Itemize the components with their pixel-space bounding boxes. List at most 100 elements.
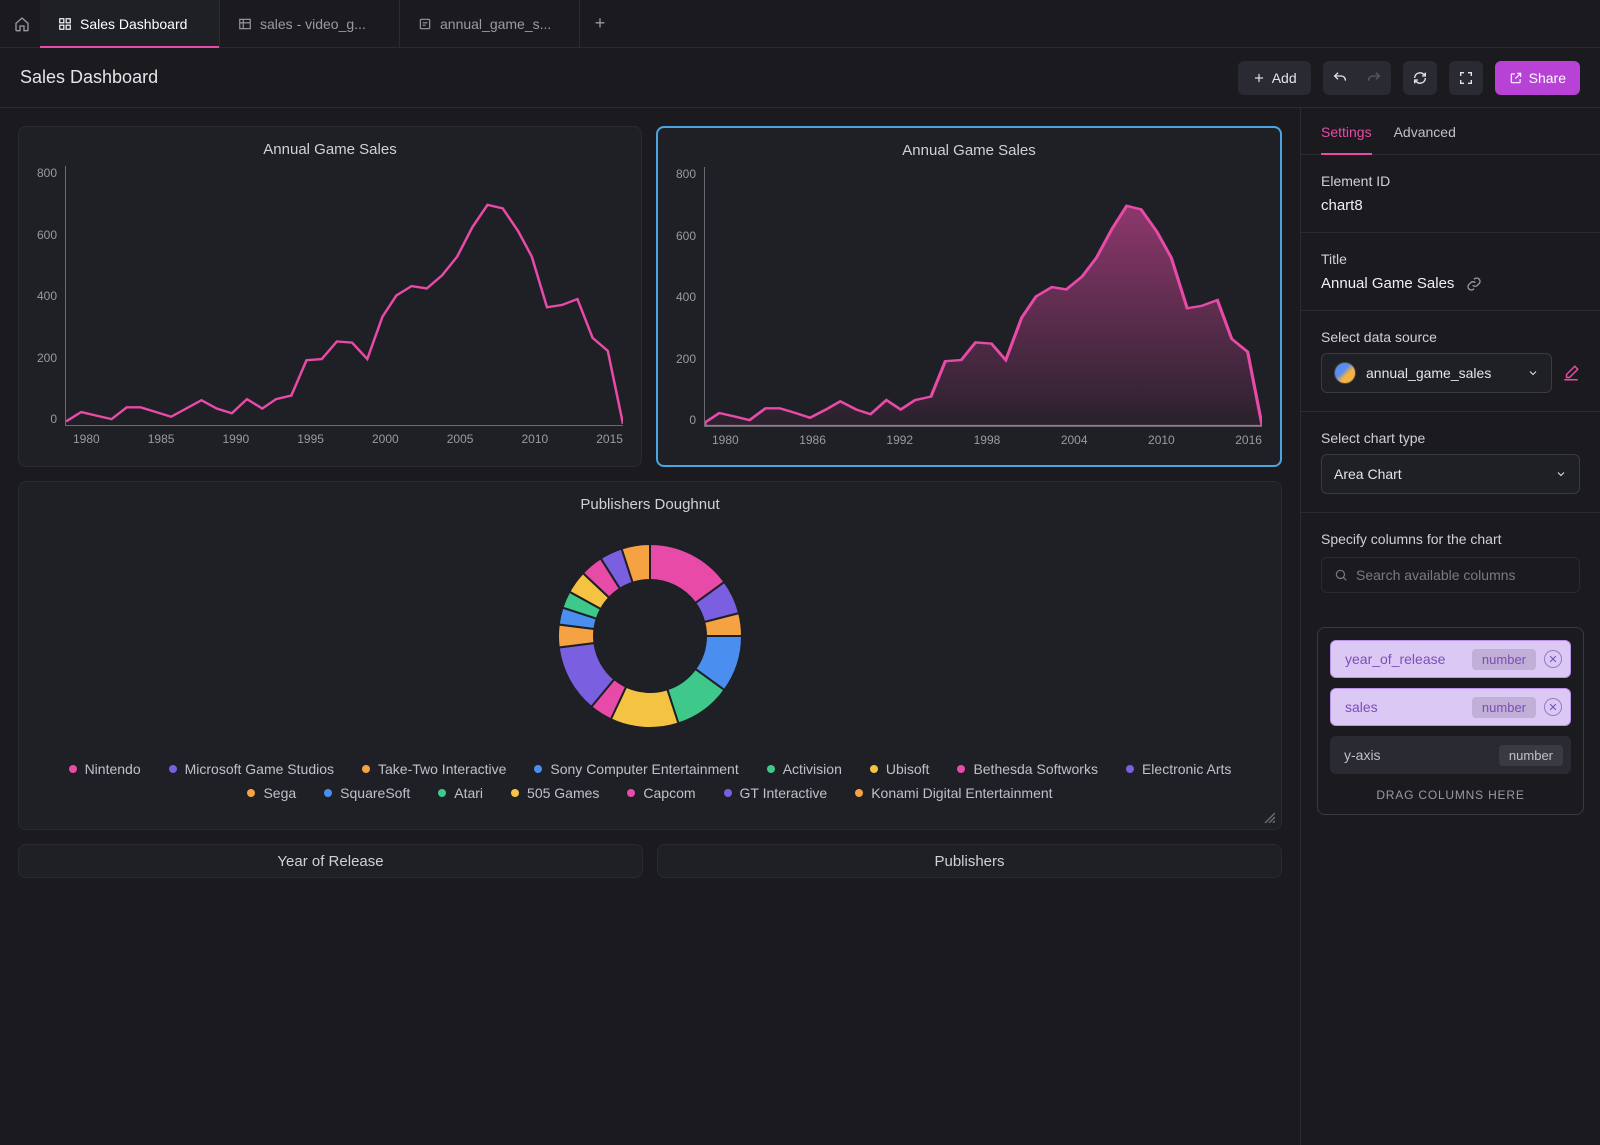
chart-legend: Nintendo Microsoft Game Studios Take-Two I… [37, 761, 1263, 801]
legend-label: Ubisoft [886, 761, 930, 777]
chart-donut-publishers[interactable]: Publishers Doughnut Nintendo Microsoft Ga… [18, 481, 1282, 830]
add-tab-button[interactable]: + [580, 13, 620, 34]
legend-item[interactable]: Konami Digital Entertainment [855, 785, 1052, 801]
legend-item[interactable]: Sony Computer Entertainment [534, 761, 738, 777]
x-axis: 1980 1986 1992 1998 2004 2010 2016 [676, 433, 1262, 447]
share-button[interactable]: Share [1495, 61, 1580, 95]
legend-item[interactable]: Sega [247, 785, 296, 801]
column-slot-y-axis[interactable]: y-axis number [1330, 736, 1571, 774]
column-name: sales [1345, 699, 1378, 715]
column-pill-sales[interactable]: sales number ✕ [1330, 688, 1571, 726]
external-link-icon [1509, 71, 1523, 85]
legend-label: Sony Computer Entertainment [550, 761, 738, 777]
query-icon [418, 17, 432, 31]
legend-label: Sega [263, 785, 296, 801]
link-icon[interactable] [1466, 276, 1482, 292]
undo-button[interactable] [1323, 61, 1357, 95]
tab-label: sales - video_g... [260, 16, 366, 32]
legend-dot [767, 765, 775, 773]
column-type: number [1499, 745, 1563, 766]
tab-annual-game-s[interactable]: annual_game_s... [400, 0, 580, 48]
legend-dot [855, 789, 863, 797]
legend-item[interactable]: 505 Games [511, 785, 599, 801]
legend-dot [627, 789, 635, 797]
legend-label: Atari [454, 785, 483, 801]
chart-title: Publishers Doughnut [37, 496, 1263, 513]
tab-sales-dashboard[interactable]: Sales Dashboard [40, 0, 220, 48]
legend-dot [169, 765, 177, 773]
data-source-select[interactable]: annual_game_sales [1321, 353, 1552, 393]
legend-item[interactable]: Bethesda Softworks [957, 761, 1098, 777]
undo-icon [1332, 70, 1348, 86]
remove-column-button[interactable]: ✕ [1544, 650, 1562, 668]
data-source-icon [1334, 362, 1356, 384]
drag-hint: DRAG COLUMNS HERE [1330, 788, 1571, 802]
chart-line-annual-game-sales[interactable]: Annual Game Sales 800 600 400 200 0 [18, 126, 642, 467]
refresh-icon [1412, 70, 1428, 86]
legend-item[interactable]: Atari [438, 785, 483, 801]
legend-label: Konami Digital Entertainment [871, 785, 1052, 801]
add-button-label: Add [1272, 70, 1297, 86]
remove-column-button[interactable]: ✕ [1544, 698, 1562, 716]
chart-publishers[interactable]: Publishers [657, 844, 1282, 878]
home-button[interactable] [4, 6, 40, 42]
redo-icon [1366, 70, 1382, 86]
legend-item[interactable]: Nintendo [69, 761, 141, 777]
table-icon [238, 17, 252, 31]
legend-item[interactable]: Take-Two Interactive [362, 761, 506, 777]
legend-label: Electronic Arts [1142, 761, 1231, 777]
column-name: y-axis [1344, 747, 1381, 763]
fullscreen-button[interactable] [1449, 61, 1483, 95]
legend-dot [957, 765, 965, 773]
columns-dropzone[interactable]: year_of_release number ✕ sales number ✕ … [1317, 627, 1584, 815]
legend-item[interactable]: Activision [767, 761, 842, 777]
y-axis: 800 600 400 200 0 [676, 167, 704, 427]
y-axis: 800 600 400 200 0 [37, 166, 65, 426]
page-title: Sales Dashboard [20, 67, 158, 88]
share-button-label: Share [1529, 70, 1566, 86]
search-icon [1334, 568, 1348, 582]
tab-advanced[interactable]: Advanced [1394, 124, 1456, 154]
legend-item[interactable]: GT Interactive [724, 785, 828, 801]
chart-title: Annual Game Sales [676, 142, 1262, 159]
add-button[interactable]: Add [1238, 61, 1311, 95]
legend-item[interactable]: Microsoft Game Studios [169, 761, 334, 777]
legend-item[interactable]: Ubisoft [870, 761, 930, 777]
chart-type-select[interactable]: Area Chart [1321, 454, 1580, 494]
column-search-input[interactable]: Search available columns [1321, 557, 1580, 593]
edit-data-source-button[interactable] [1562, 364, 1580, 382]
title-label: Title [1321, 251, 1580, 267]
legend-dot [724, 789, 732, 797]
legend-item[interactable]: Electronic Arts [1126, 761, 1231, 777]
legend-dot [247, 789, 255, 797]
chart-type-value: Area Chart [1334, 466, 1402, 482]
chart-area-annual-game-sales[interactable]: Annual Game Sales 800 600 400 200 0 [656, 126, 1282, 467]
legend-label: Activision [783, 761, 842, 777]
redo-button[interactable] [1357, 61, 1391, 95]
chart-title: Annual Game Sales [37, 141, 623, 158]
title-value[interactable]: Annual Game Sales [1321, 275, 1454, 292]
tab-settings[interactable]: Settings [1321, 124, 1372, 154]
chart-year-of-release[interactable]: Year of Release [18, 844, 643, 878]
area-plot [705, 167, 1262, 426]
legend-dot [1126, 765, 1134, 773]
refresh-button[interactable] [1403, 61, 1437, 95]
column-type: number [1472, 697, 1536, 718]
chevron-down-icon [1527, 367, 1539, 379]
legend-dot [69, 765, 77, 773]
legend-dot [511, 789, 519, 797]
resize-handle[interactable] [1263, 811, 1275, 823]
legend-label: SquareSoft [340, 785, 410, 801]
x-axis: 1980 1985 1990 1995 2000 2005 2010 2015 [37, 432, 623, 446]
legend-dot [534, 765, 542, 773]
legend-dot [438, 789, 446, 797]
column-type: number [1472, 649, 1536, 670]
legend-label: Bethesda Softworks [973, 761, 1098, 777]
legend-item[interactable]: Capcom [627, 785, 695, 801]
tab-sales-videog[interactable]: sales - video_g... [220, 0, 400, 48]
legend-label: 505 Games [527, 785, 599, 801]
legend-label: Take-Two Interactive [378, 761, 506, 777]
legend-item[interactable]: SquareSoft [324, 785, 410, 801]
column-pill-year[interactable]: year_of_release number ✕ [1330, 640, 1571, 678]
tab-label: Sales Dashboard [80, 16, 187, 32]
